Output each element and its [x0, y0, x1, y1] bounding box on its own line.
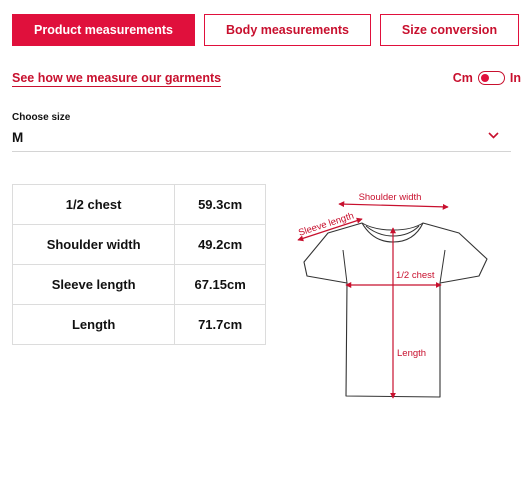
measurement-name: Shoulder width — [11, 224, 176, 265]
measurement-tabs: Product measurements Body measurements S… — [12, 14, 519, 46]
length-label: Length — [397, 348, 426, 359]
table-row: Sleeve length 67.15cm — [11, 264, 266, 305]
choose-size-label: Choose size — [12, 112, 71, 123]
tab-size-conversion[interactable]: Size conversion — [380, 14, 519, 46]
size-dropdown[interactable]: M — [12, 126, 511, 152]
measurement-value: 59.3cm — [174, 184, 266, 225]
tshirt-measurement-diagram: Shoulder width Sleeve length 1/2 chest L… — [297, 192, 488, 399]
selected-size: M — [12, 130, 24, 145]
table-row: 1/2 chest 59.3cm — [11, 184, 266, 225]
tab-product-measurements[interactable]: Product measurements — [12, 14, 195, 46]
table-row: Length 71.7cm — [11, 304, 266, 345]
measurements-table: 1/2 chest 59.3cm Shoulder width 49.2cm S… — [11, 184, 266, 345]
unit-label-in: In — [509, 71, 521, 85]
unit-switch[interactable] — [477, 71, 505, 85]
chevron-down-icon — [488, 132, 499, 139]
measurement-value: 67.15cm — [174, 264, 266, 305]
measurement-name: 1/2 chest — [11, 184, 176, 225]
table-row: Shoulder width 49.2cm — [11, 224, 266, 265]
tab-body-measurements[interactable]: Body measurements — [204, 14, 371, 46]
shoulder-width-label: Shoulder width — [359, 192, 422, 203]
shoulder-width-arrow — [338, 201, 449, 210]
unit-label-cm: Cm — [452, 71, 473, 85]
measurement-value: 71.7cm — [174, 304, 266, 345]
measurement-name: Sleeve length — [11, 264, 176, 305]
how-we-measure-link[interactable]: See how we measure our garments — [12, 71, 222, 87]
measurement-name: Length — [11, 304, 176, 345]
switch-knob — [480, 73, 489, 82]
measurement-value: 49.2cm — [174, 224, 266, 265]
tshirt-outline — [303, 222, 488, 398]
unit-toggle: Cm In — [453, 70, 521, 86]
chest-label: 1/2 chest — [396, 270, 435, 281]
